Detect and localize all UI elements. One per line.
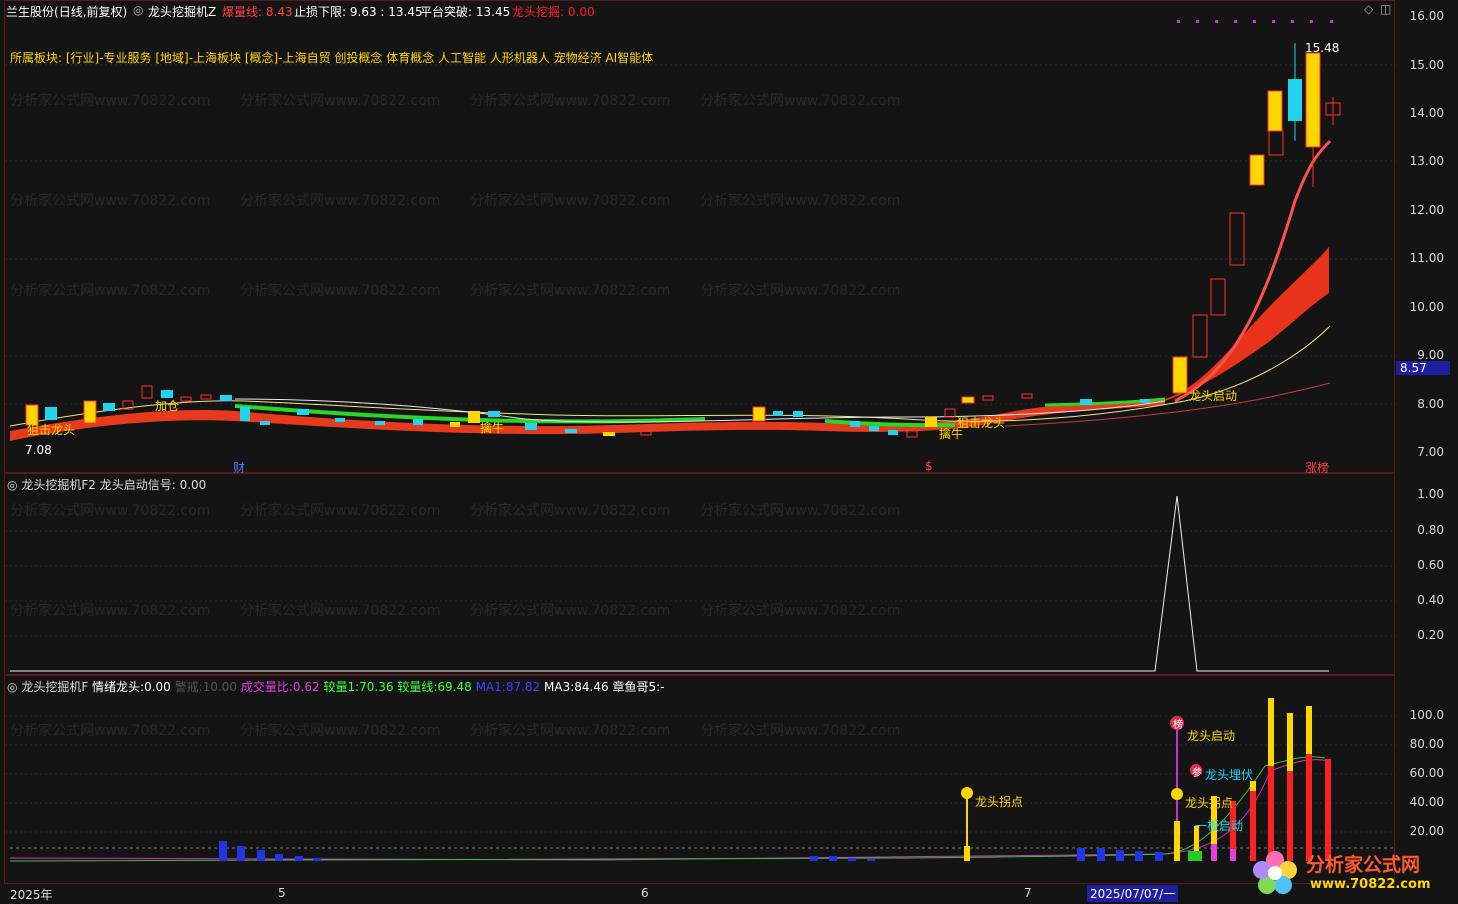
main-y-axis: 16.00 15.00 14.00 13.00 12.00 11.00 10.0… (1396, 0, 1452, 473)
site-logo: 分析家公式网 www.70822.com (1250, 846, 1450, 900)
participate-badge[interactable]: 参 (1192, 764, 1202, 779)
panel2-y-axis: 1.00 0.80 0.60 0.40 0.20 (1417, 487, 1444, 642)
signal-panel[interactable]: ◎ 龙头挖掘机F2 龙头启动信号: 0.00 (4, 473, 1396, 675)
x-label-july: 7 (1024, 886, 1032, 900)
rank-badge[interactable]: 榜 (1173, 716, 1183, 731)
high-price-label: 15.48 (1305, 41, 1340, 55)
panel2-signal-label: 龙头启动信号: (99, 478, 176, 492)
signal-dots (1177, 20, 1333, 23)
logo-text: 分析家公式网 (1306, 854, 1421, 876)
signal-line (10, 495, 1329, 672)
panel3-collapse-icon[interactable]: ◎ (7, 680, 17, 694)
annotation-turning-2: 龙头拐点 (1185, 796, 1234, 810)
annotation-dragon-start: 龙头启动 (1189, 389, 1238, 403)
annotation-ambush: 龙头埋伏 (1205, 768, 1254, 782)
annotation-turning-1: 龙头拐点 (975, 795, 1024, 809)
compare-line (9, 756, 1326, 862)
logo-url: www.70822.com (1310, 877, 1431, 892)
x-cursor-date: 2025/07/07/一 (1087, 885, 1179, 902)
panel2-signal-value: 0.00 (179, 478, 207, 492)
annotation-add-position: 加仓 (155, 399, 180, 413)
dollar-mark[interactable]: $ (925, 459, 933, 473)
price-chart-svg (5, 20, 1396, 441)
panel2-collapse-icon[interactable]: ◎ (7, 478, 17, 492)
panel2-header: ◎ 龙头挖掘机F2 龙头启动信号: 0.00 (7, 476, 206, 493)
annotation-sniper-1: 狙击龙头 (27, 423, 76, 437)
x-label-june: 6 (641, 886, 649, 900)
signal-chart-svg (5, 495, 1396, 672)
annotation-catch-bull-1: 擒牛 (480, 421, 505, 435)
annotation-sniper-2: 狙击龙头 (957, 416, 1006, 430)
low-price-label: 7.08 (25, 443, 52, 457)
x-axis: 2025年 5 6 7 2025/07/07/一 (4, 884, 1395, 904)
x-label-may: 5 (278, 886, 286, 900)
blue-bars (219, 841, 1163, 861)
annotation-dragon-start-2: 龙头启动 (1187, 729, 1236, 743)
volume-ratio-line (9, 759, 1330, 861)
panel3-title[interactable]: 龙头挖掘机F (21, 680, 88, 694)
annotation-first-board: 一板启动 (1195, 819, 1244, 833)
volume-sentiment-panel[interactable]: 榜 参 龙头拐点 龙头启动 龙头埋伏 龙头拐点 一板启动 ◎ 龙头挖掘机F 情绪… (4, 675, 1396, 884)
panel2-title[interactable]: 龙头挖掘机F2 (21, 478, 96, 492)
panel3-header: ◎ 龙头挖掘机F 情绪龙头:0.00 警戒:10.00 成交量比:0.62 较量… (7, 680, 665, 694)
current-price-tag: 8.57 (1396, 361, 1450, 375)
sentiment-chart-svg (5, 698, 1396, 862)
x-label-year: 2025年 (10, 888, 53, 902)
main-price-panel[interactable]: 狙击龙头 加仓 擒牛 擒牛 狙击龙头 龙头启动 15.48 7.08 财 $ 涨… (4, 0, 1396, 475)
flower-logo-icon (1253, 851, 1297, 894)
rally-bars (961, 698, 1331, 861)
stock-chart-window: 兰生股份(日线,前复权) ◎ 龙头挖掘机Z 爆量线: 8.43 止损下限: 9.… (0, 0, 1458, 904)
